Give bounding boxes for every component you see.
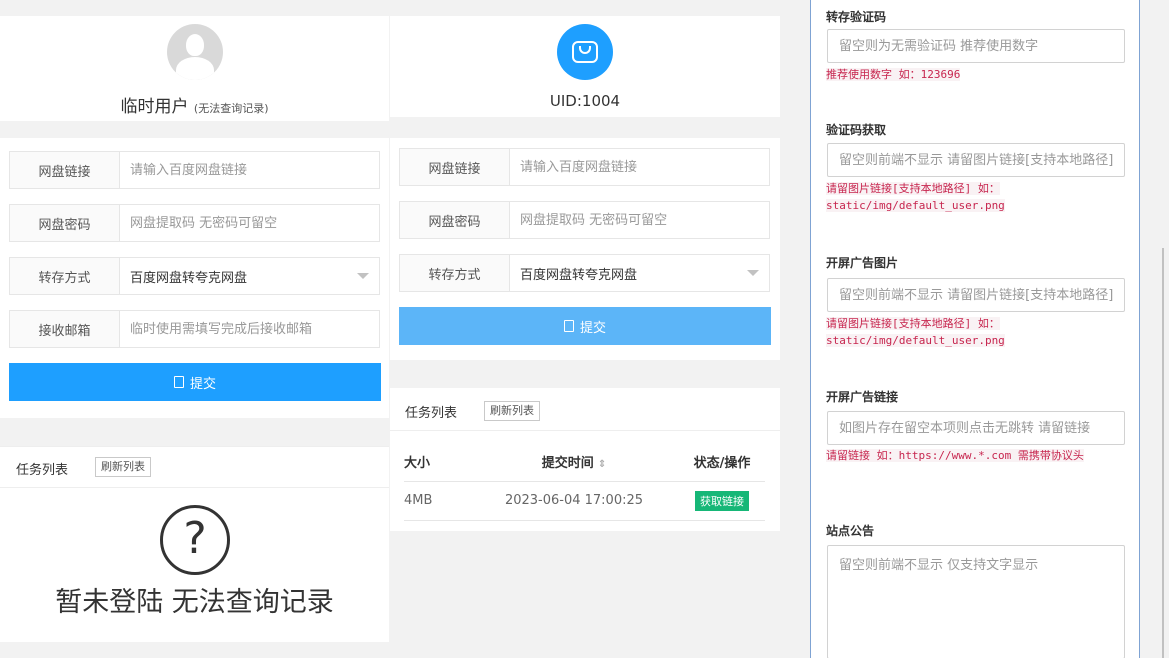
empty-message: 暂未登陆 无法查询记录 [55,587,334,618]
link-label: 网盘链接 [400,149,510,185]
notice-textarea[interactable] [827,545,1125,658]
left-submit-button[interactable]: 提交 [9,363,381,401]
status-header: 状态/操作 [679,442,765,482]
time-header-label: 提交时间 [541,455,594,471]
time-cell: 2023-06-04 17:00:25 [469,481,679,521]
chevron-down-icon [357,273,369,279]
mid-link-row: 网盘链接 [399,148,770,186]
verify-fetch-input[interactable] [827,143,1125,177]
verify-fetch-hint-text: 请留图片链接[支持本地路径] 如：static/img/default_user… [826,182,1005,212]
verify-fetch-label: 验证码获取 [826,123,887,137]
mid-refresh-button[interactable]: 刷新列表 [484,401,540,421]
verify-fetch-hint: 请留图片链接[支持本地路径] 如：static/img/default_user… [826,180,1126,214]
email-label: 接收邮箱 [10,311,120,347]
pwd-input[interactable] [120,205,379,241]
pwd-label: 网盘密码 [400,202,510,238]
submit-label: 提交 [189,376,216,392]
uid-text: UID:1004 [549,92,621,110]
left-link-row: 网盘链接 [9,151,380,189]
splash-link-hint: 请留链接 如：https://www.*.com 需携带协议头 [826,447,1126,464]
submit-label: 提交 [579,320,606,336]
table-row: 4MB 2023-06-04 17:00:25 获取链接 [404,481,765,521]
splash-link-input[interactable] [827,411,1125,445]
mode-label: 转存方式 [10,258,120,294]
divider [390,430,780,431]
document-icon [563,320,574,332]
left-pwd-row: 网盘密码 [9,204,380,242]
mode-label: 转存方式 [400,255,510,291]
user-note: (无法查询记录) [193,102,269,115]
divider [0,487,389,488]
question-icon: ? [160,505,230,575]
splash-link-label: 开屏广告链接 [826,390,899,404]
task-table: 大小 提交时间 ⇕ 状态/操作 4MB 2023-06-04 17:00:25 获… [404,442,765,521]
avatar [167,24,223,80]
chevron-down-icon [747,270,759,276]
left-mode-row: 转存方式 百度网盘转夸克网盘 [9,257,380,295]
scrollbar[interactable] [1162,248,1164,658]
user-name: 临时用户 [120,97,189,117]
splash-image-label: 开屏广告图片 [826,256,899,270]
action-cell: 获取链接 [679,481,765,521]
pwd-input[interactable] [510,202,769,238]
mid-task-list-label: 任务列表 [405,406,458,421]
mid-pwd-row: 网盘密码 [399,201,770,239]
mode-select-value: 百度网盘转夸克网盘 [130,270,248,286]
sort-icon[interactable]: ⇕ [598,459,606,470]
mail-icon [557,24,613,80]
splash-link-hint-text: 请留链接 如：https://www.*.com 需携带协议头 [826,449,1084,462]
email-input[interactable] [120,311,379,347]
size-header: 大小 [404,442,469,482]
time-header[interactable]: 提交时间 ⇕ [469,442,679,482]
mode-select-value: 百度网盘转夸克网盘 [520,267,638,283]
notice-label: 站点公告 [826,524,875,538]
mode-select[interactable]: 百度网盘转夸克网盘 [120,258,379,294]
size-cell: 4MB [404,481,469,521]
table-header-row: 大小 提交时间 ⇕ 状态/操作 [404,442,765,482]
link-label: 网盘链接 [10,152,120,188]
splash-image-hint-text: 请留图片链接[支持本地路径] 如：static/img/default_user… [826,317,1005,347]
mid-submit-button[interactable]: 提交 [399,307,771,345]
left-task-list-label: 任务列表 [16,463,69,478]
pwd-label: 网盘密码 [10,205,120,241]
splash-image-input[interactable] [827,278,1125,312]
left-refresh-button[interactable]: 刷新列表 [95,457,151,477]
document-icon [173,376,184,388]
left-email-row: 接收邮箱 [9,310,380,348]
mode-select[interactable]: 百度网盘转夸克网盘 [510,255,769,291]
splash-image-hint: 请留图片链接[支持本地路径] 如：static/img/default_user… [826,315,1126,349]
get-link-button[interactable]: 获取链接 [695,490,749,511]
link-input[interactable] [120,152,379,188]
verify-code-hint: 推荐使用数字 如：123696 [826,66,1126,83]
mid-mode-row: 转存方式 百度网盘转夸克网盘 [399,254,770,292]
user-title: 临时用户 (无法查询记录) [0,92,389,117]
verify-code-input[interactable] [827,29,1125,63]
verify-code-label: 转存验证码 [826,10,887,24]
link-input[interactable] [510,149,769,185]
verify-code-hint-text: 推荐使用数字 如：123696 [826,68,961,81]
settings-panel: 转存验证码 推荐使用数字 如：123696 验证码获取 请留图片链接[支持本地路… [810,0,1140,658]
